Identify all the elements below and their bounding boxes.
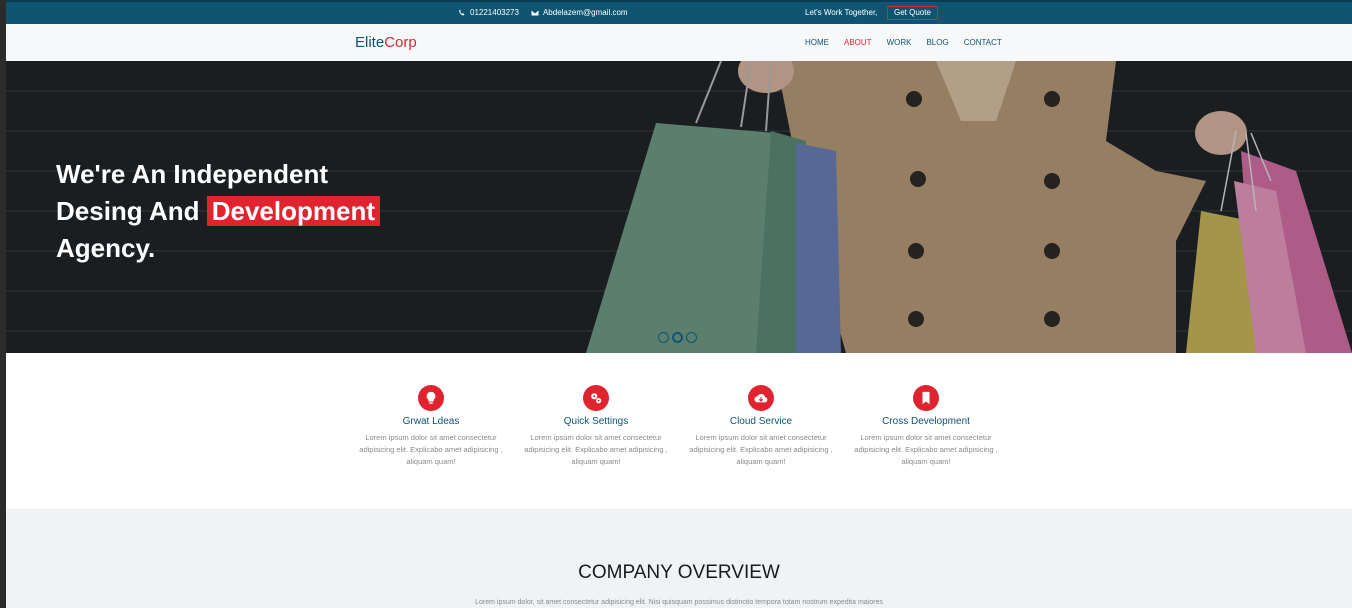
hero-line-2: Desing And <box>56 196 207 226</box>
hero-highlight: Development <box>206 196 380 226</box>
phone-icon <box>459 9 465 15</box>
company-overview-section: COMPANY OVERVIEW Lorem ipsum dolor, sit … <box>6 509 1352 608</box>
contact-info: 01221403273 Abdelazem@gmail.com <box>458 8 628 17</box>
feature-icon-circle <box>418 385 444 411</box>
main-menu: HOME ABOUT WORK BLOG CONTACT <box>805 38 1002 47</box>
email-contact[interactable]: Abdelazem@gmail.com <box>531 8 628 17</box>
feature-title: Cross Development <box>882 416 970 427</box>
feature-icon-circle <box>748 385 774 411</box>
email-address: Abdelazem@gmail.com <box>542 8 628 17</box>
get-quote-button[interactable]: Get Quote <box>887 6 938 20</box>
feature-text: Lorem ipsum dolor sit amet consectetur a… <box>854 433 998 466</box>
phone-number: 01221403273 <box>470 8 519 17</box>
top-bar: 01221403273 Abdelazem@gmail.com Let's Wo… <box>6 0 1352 24</box>
lightbulb-icon <box>426 391 436 404</box>
cloud-download-icon <box>754 393 768 403</box>
hero-headline: We're An Independent Desing And Developm… <box>56 156 380 267</box>
feature-title: Grwat Ldeas <box>402 416 460 427</box>
bookmark-icon <box>922 391 930 405</box>
slider-dot-3[interactable] <box>686 332 697 343</box>
phone-contact[interactable]: 01221403273 <box>458 8 519 17</box>
feature-icon-circle <box>913 385 939 411</box>
feature-card: Quick Settings Lorem ipsum dolor sit ame… <box>516 385 676 468</box>
hero-line-3: Agency. <box>56 233 156 263</box>
feature-text: Lorem ipsum dolor sit amet consectetur a… <box>689 433 833 466</box>
nav-item-about[interactable]: ABOUT <box>844 38 872 47</box>
feature-title: Quick Settings <box>563 416 629 427</box>
logo-accent: Corp <box>384 34 417 51</box>
hero-slider: We're An Independent Desing And Developm… <box>6 61 1352 353</box>
slider-dots <box>658 332 697 343</box>
slider-dot-2[interactable] <box>672 332 683 343</box>
page-frame: 01221403273 Abdelazem@gmail.com Let's Wo… <box>6 0 1352 608</box>
feature-text: Lorem ipsum dolor sit amet consectetur a… <box>524 433 668 466</box>
nav-item-blog[interactable]: BLOG <box>926 38 948 47</box>
feature-title: Cloud Service <box>729 416 793 427</box>
nav-item-work[interactable]: WORK <box>887 38 912 47</box>
logo-main: Elite <box>355 34 385 51</box>
feature-icon-circle <box>583 385 609 411</box>
logo[interactable]: EliteCorp <box>355 34 417 51</box>
feature-card: Cross Development Lorem ipsum dolor sit … <box>846 385 1006 468</box>
feature-card: Grwat Ldeas Lorem ipsum dolor sit amet c… <box>351 385 511 468</box>
feature-text: Lorem ipsum dolor sit amet consectetur a… <box>359 433 503 466</box>
slider-dot-1[interactable] <box>658 332 669 343</box>
section-title: COMPANY OVERVIEW <box>578 562 780 583</box>
navbar: EliteCorp HOME ABOUT WORK BLOG CONTACT <box>6 24 1352 61</box>
envelope-icon <box>531 10 539 15</box>
features-section: Grwat Ldeas Lorem ipsum dolor sit amet c… <box>6 353 1352 509</box>
work-together-text: Let's Work Together, <box>805 8 878 17</box>
section-text: Lorem ipsum dolor, sit amet consectetur … <box>475 599 883 606</box>
nav-item-home[interactable]: HOME <box>805 38 829 47</box>
nav-item-contact[interactable]: CONTACT <box>964 38 1002 47</box>
hero-line-1: We're An Independent <box>56 159 328 189</box>
gears-icon <box>591 393 602 404</box>
feature-card: Cloud Service Lorem ipsum dolor sit amet… <box>681 385 841 468</box>
